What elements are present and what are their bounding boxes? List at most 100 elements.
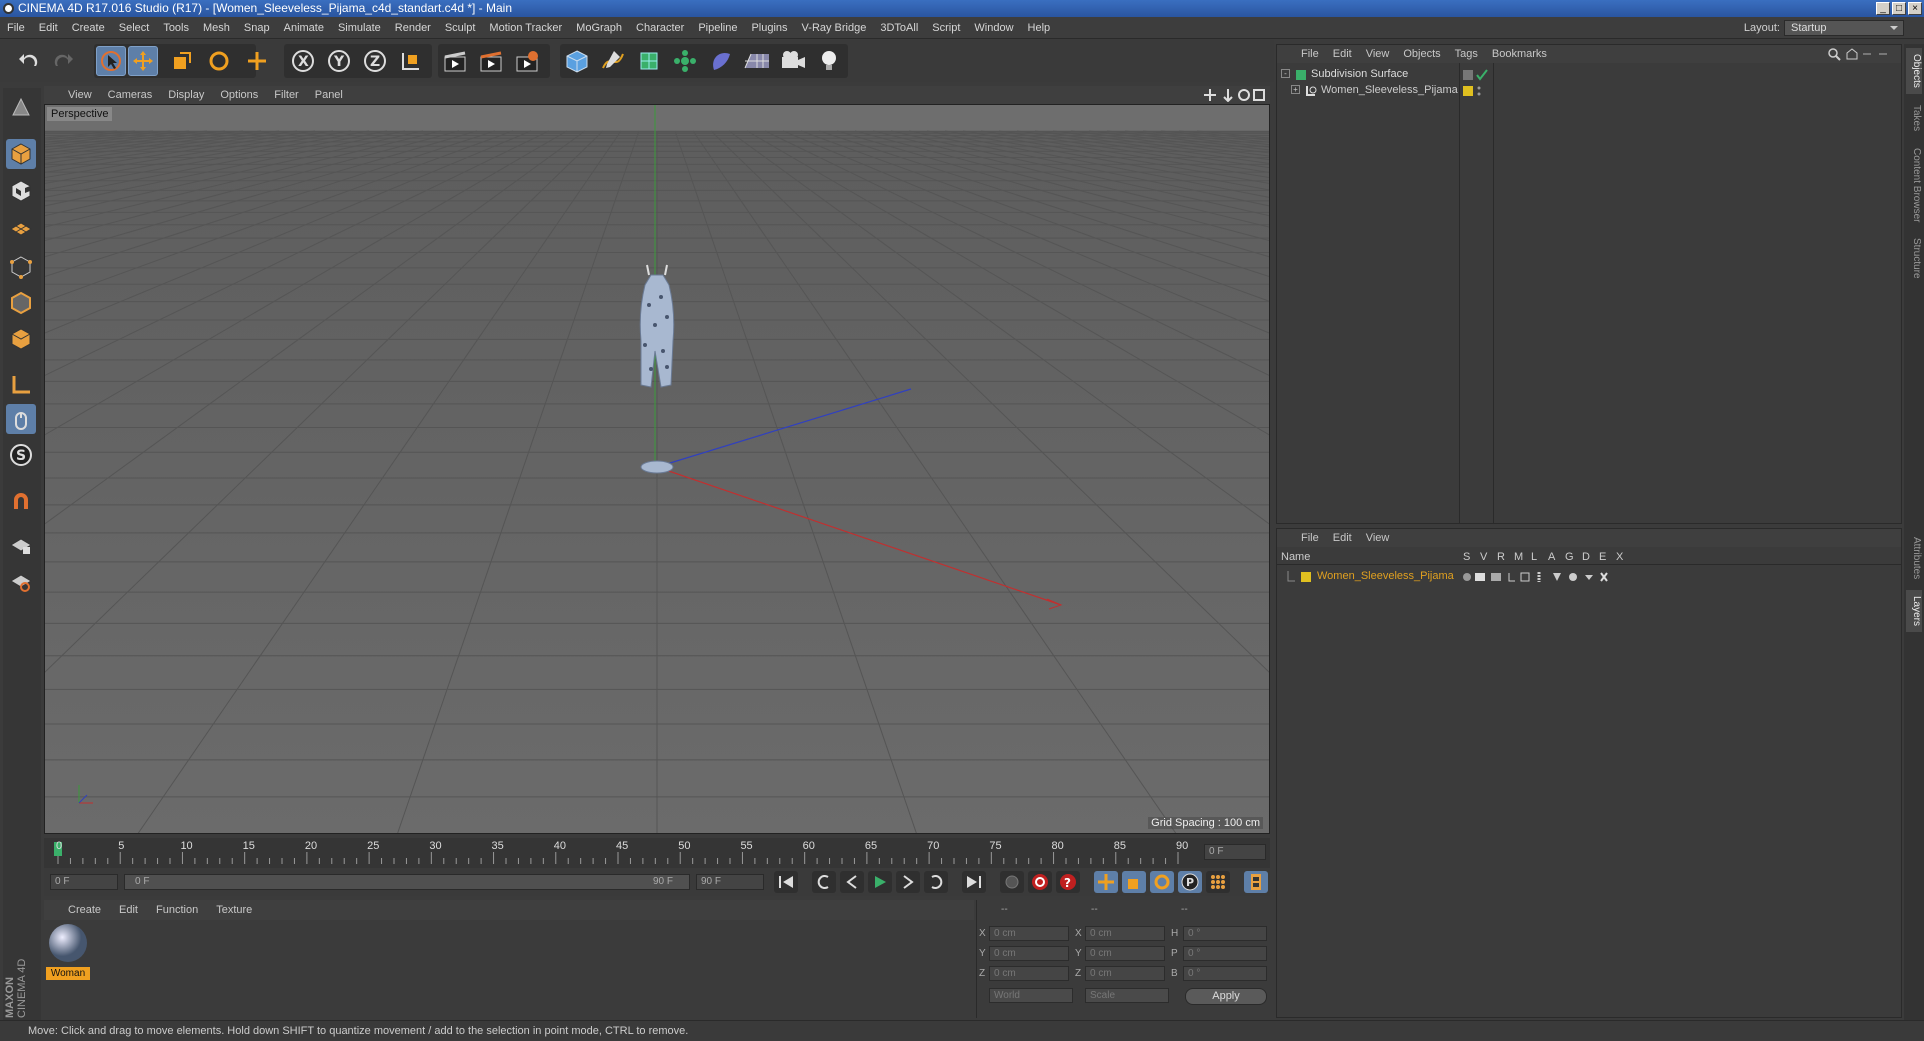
material-menu-texture[interactable]: Texture: [207, 900, 261, 920]
live-selection-button[interactable]: [96, 46, 126, 76]
workplane-mode-button[interactable]: [6, 212, 36, 242]
redo-button[interactable]: [48, 46, 78, 76]
lm-menu-edit[interactable]: Edit: [1326, 529, 1359, 547]
render-view-button[interactable]: [440, 46, 470, 76]
menu-plugins[interactable]: Plugins: [744, 17, 794, 39]
layer-col-e[interactable]: E: [1599, 551, 1606, 563]
tab-layers[interactable]: Layers: [1906, 590, 1922, 632]
tab-content-browser[interactable]: Content Browser: [1906, 142, 1922, 228]
menu-help[interactable]: Help: [1021, 17, 1058, 39]
object-row-pijama[interactable]: + Women_Sleeveless_Pijama: [1277, 83, 1901, 99]
coord-size-y-field[interactable]: 0 cm: [1085, 946, 1165, 961]
menu-file[interactable]: File: [0, 17, 32, 39]
menu-mesh[interactable]: Mesh: [196, 17, 237, 39]
keyframe-selection-button[interactable]: ?: [1056, 871, 1080, 893]
viewport-menu-cameras[interactable]: Cameras: [100, 86, 161, 104]
layer-toggle-icons[interactable]: [1461, 571, 1639, 583]
light-button[interactable]: [814, 46, 844, 76]
menu-render[interactable]: Render: [388, 17, 438, 39]
z-axis-button[interactable]: Z: [360, 46, 390, 76]
lock-workplane-button[interactable]: [6, 530, 36, 560]
key-pla-button[interactable]: [1206, 871, 1230, 893]
go-to-end-button[interactable]: [962, 871, 986, 893]
lm-menu-file[interactable]: File: [1277, 529, 1326, 547]
next-key-button[interactable]: [924, 871, 948, 893]
layout-dropdown[interactable]: Startup: [1784, 20, 1904, 37]
tab-objects[interactable]: Objects: [1906, 48, 1922, 94]
planar-workplane-button[interactable]: [6, 566, 36, 596]
axis-mode-button[interactable]: [6, 370, 36, 400]
tab-takes[interactable]: Takes: [1906, 98, 1922, 138]
key-parameter-button[interactable]: P: [1178, 871, 1202, 893]
tweak-mode-button[interactable]: [6, 404, 36, 434]
expand-toggle-icon[interactable]: -: [1281, 69, 1290, 78]
menu-simulate[interactable]: Simulate: [331, 17, 388, 39]
subdivision-surface-button[interactable]: [634, 46, 664, 76]
start-frame-field[interactable]: 0 F: [50, 874, 118, 890]
menu-script[interactable]: Script: [925, 17, 967, 39]
texture-mode-button[interactable]: [6, 176, 36, 206]
coord-rot-b-field[interactable]: 0 °: [1183, 966, 1267, 981]
move-tool-button[interactable]: [128, 46, 158, 76]
rotate-tool-button[interactable]: [204, 46, 234, 76]
coord-pos-y-field[interactable]: 0 cm: [989, 946, 1069, 961]
render-settings-button[interactable]: [512, 46, 542, 76]
key-position-button[interactable]: [1094, 871, 1118, 893]
current-frame-field[interactable]: 0 F: [1204, 844, 1266, 860]
coord-scale-dropdown[interactable]: Scale: [1085, 988, 1169, 1003]
cube-primitive-button[interactable]: [562, 46, 592, 76]
om-menu-file[interactable]: File: [1277, 45, 1326, 63]
timeline-options-button[interactable]: [1244, 871, 1268, 893]
menu-3dtoall[interactable]: 3DToAll: [873, 17, 925, 39]
points-mode-button[interactable]: [6, 252, 36, 282]
coord-size-x-field[interactable]: 0 cm: [1085, 926, 1165, 941]
viewport-menu-view[interactable]: View: [44, 86, 100, 104]
key-rotation-button[interactable]: [1150, 871, 1174, 893]
maximize-button[interactable]: □: [1892, 2, 1906, 15]
timeline-ruler[interactable]: 0 5 10 15 20 25 30 35 40 45 50 55 60 65 70 75 80 85 90 0 F: [44, 838, 1270, 868]
layer-col-m[interactable]: M: [1514, 551, 1523, 563]
make-editable-button[interactable]: [6, 92, 36, 122]
menu-select[interactable]: Select: [112, 17, 157, 39]
menu-window[interactable]: Window: [967, 17, 1020, 39]
coord-pos-x-field[interactable]: 0 cm: [989, 926, 1069, 941]
polygons-mode-button[interactable]: [6, 324, 36, 354]
tab-attributes[interactable]: Attributes: [1906, 530, 1922, 586]
viewport-camera-label[interactable]: Perspective: [47, 107, 113, 121]
layer-col-s[interactable]: S: [1463, 551, 1470, 563]
menu-edit[interactable]: Edit: [32, 17, 65, 39]
previous-key-button[interactable]: [812, 871, 836, 893]
menu-create[interactable]: Create: [65, 17, 112, 39]
menu-sculpt[interactable]: Sculpt: [438, 17, 483, 39]
om-menu-bookmarks[interactable]: Bookmarks: [1485, 45, 1554, 63]
layer-row[interactable]: Women_Sleeveless_Pijama: [1277, 569, 1901, 585]
om-menu-tags[interactable]: Tags: [1448, 45, 1485, 63]
om-menu-view[interactable]: View: [1359, 45, 1397, 63]
perspective-viewport[interactable]: Perspective Grid Spacing : 100 cm: [44, 104, 1270, 834]
layer-col-x[interactable]: X: [1616, 551, 1623, 563]
om-menu-objects[interactable]: Objects: [1396, 45, 1447, 63]
layer-col-d[interactable]: D: [1582, 551, 1590, 563]
menu-character[interactable]: Character: [629, 17, 691, 39]
frame-range-slider[interactable]: 0 F 90 F: [124, 874, 690, 890]
menu-animate[interactable]: Animate: [277, 17, 331, 39]
layer-color-icon[interactable]: [1463, 85, 1489, 97]
menu-motion-tracker[interactable]: Motion Tracker: [482, 17, 569, 39]
object-row-subdivision[interactable]: - Subdivision Surface: [1277, 67, 1901, 83]
material-menu-create[interactable]: Create: [44, 900, 110, 920]
next-frame-button[interactable]: [896, 871, 920, 893]
layer-col-v[interactable]: V: [1480, 551, 1487, 563]
minimize-button[interactable]: _: [1876, 2, 1890, 15]
previous-frame-button[interactable]: [840, 871, 864, 893]
scale-tool-button[interactable]: [167, 46, 197, 76]
edges-mode-button[interactable]: [6, 288, 36, 318]
material-woman[interactable]: Woman: [46, 922, 90, 980]
layer-col-a[interactable]: A: [1548, 551, 1555, 563]
key-scale-button[interactable]: [1122, 871, 1146, 893]
floor-button[interactable]: [742, 46, 772, 76]
snap-button[interactable]: [6, 486, 36, 516]
om-toolbar-icons[interactable]: [1827, 47, 1897, 61]
expand-toggle-icon[interactable]: +: [1291, 85, 1300, 94]
coord-pos-z-field[interactable]: 0 cm: [989, 966, 1069, 981]
coordinate-system-button[interactable]: [396, 46, 426, 76]
